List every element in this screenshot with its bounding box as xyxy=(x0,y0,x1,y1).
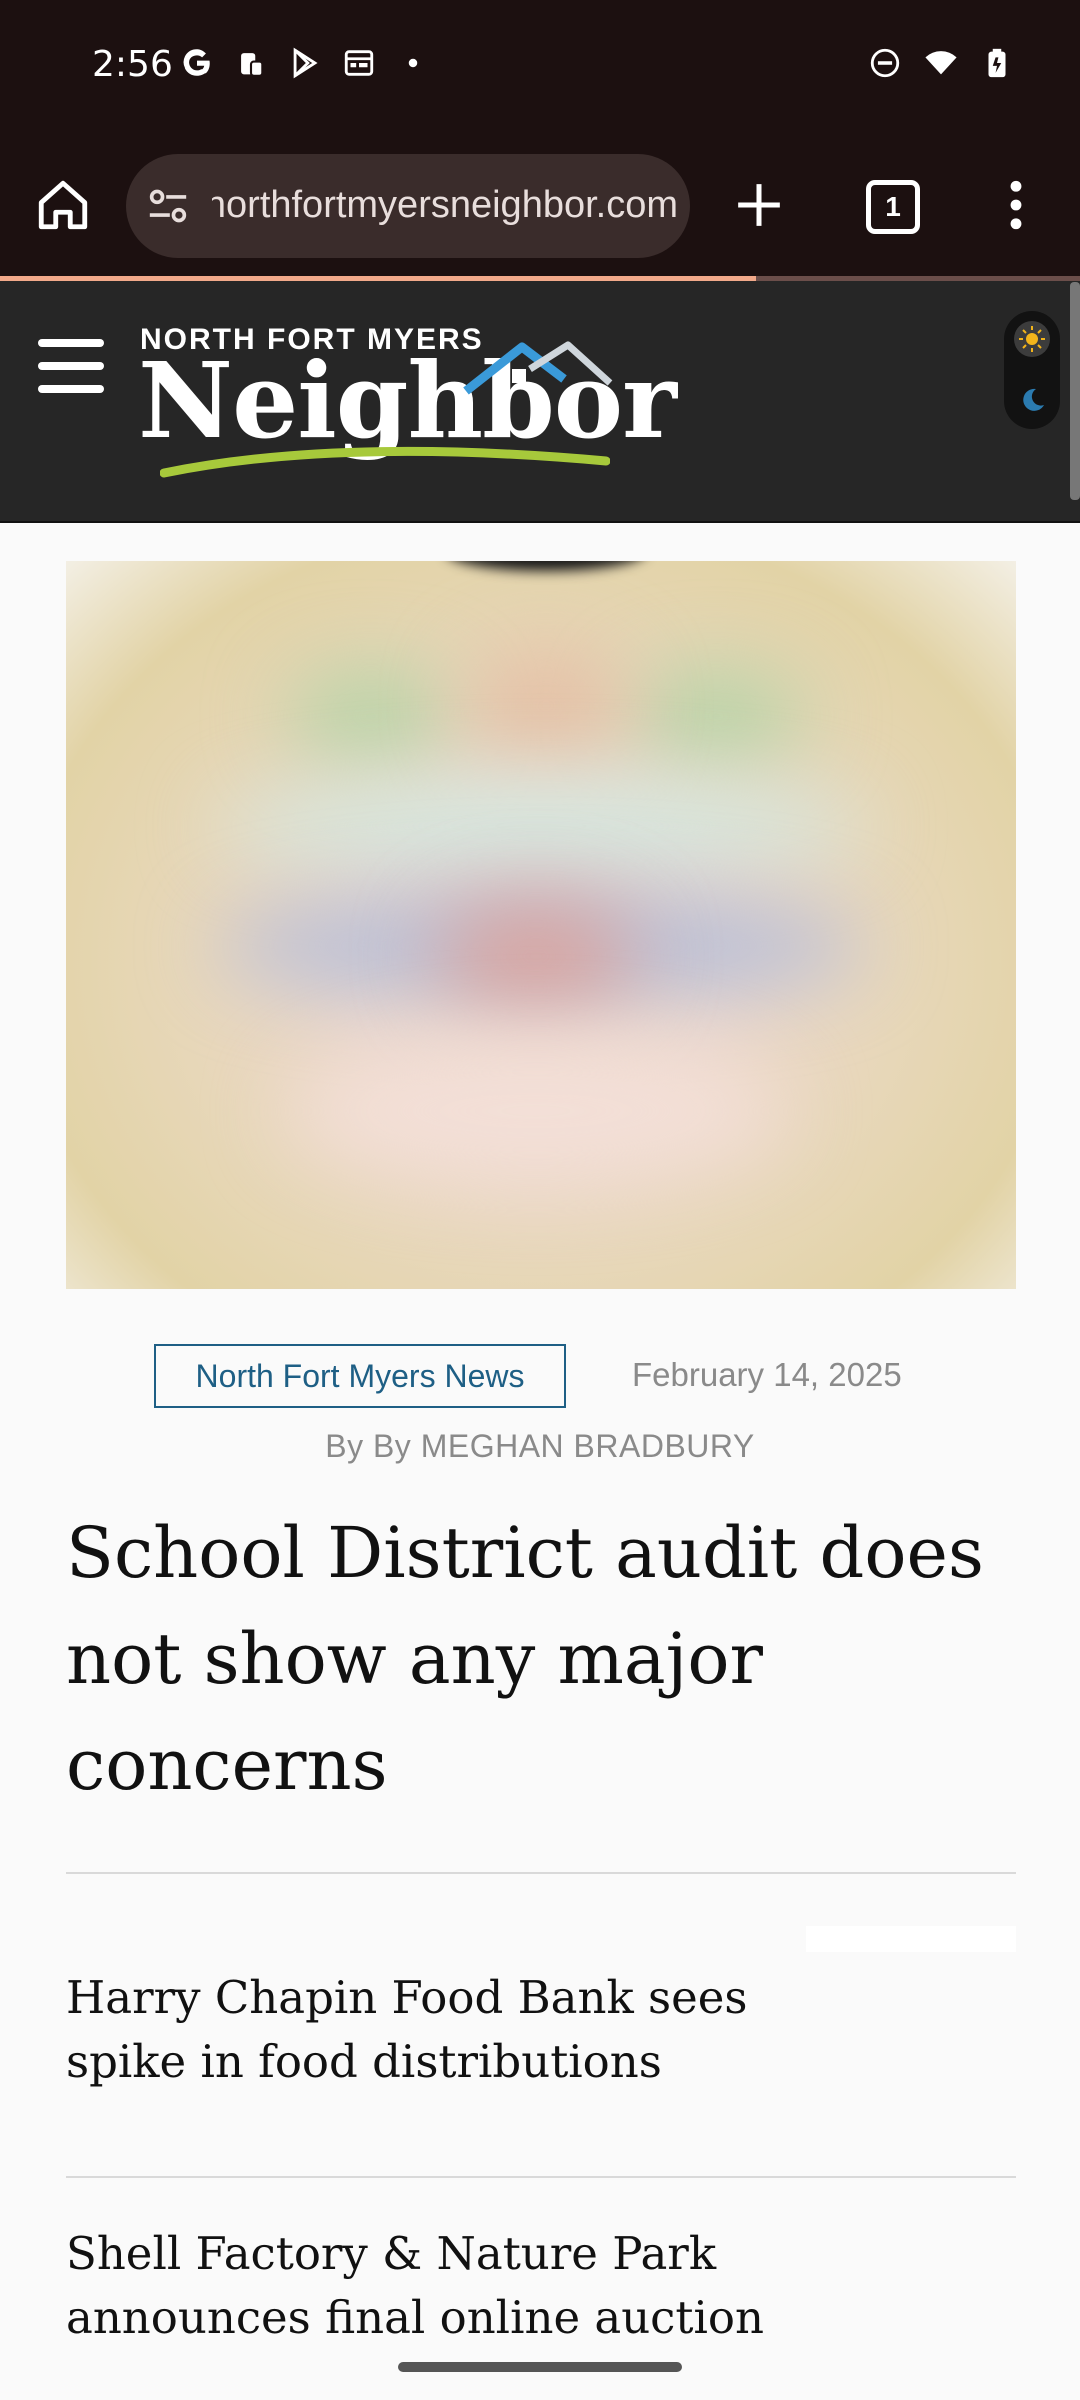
tab-switcher-button[interactable]: 1 xyxy=(866,180,920,234)
related-article-title-line: Shell Factory & Nature Park xyxy=(66,2227,717,2280)
status-left-icons xyxy=(180,46,430,80)
google-icon xyxy=(183,49,210,76)
category-tag[interactable]: North Fort Myers News xyxy=(154,1344,566,1408)
theme-toggle[interactable] xyxy=(1004,311,1060,429)
logo-swoosh-icon xyxy=(160,446,610,478)
publish-date: February 14, 2025 xyxy=(632,1356,902,1393)
browser-toolbar: northfortmyersneighbor.com 1 xyxy=(0,136,1080,278)
status-right-icons xyxy=(868,46,1014,80)
new-tab-icon[interactable] xyxy=(734,180,784,230)
related-article-title-line: spike in food distributions xyxy=(66,2035,662,2088)
hamburger-menu-icon[interactable] xyxy=(38,339,104,393)
divider xyxy=(66,2176,1016,2178)
more-menu-icon[interactable] xyxy=(1004,180,1028,230)
article-headline: School District audit does not show any … xyxy=(66,1500,1026,1818)
url-bar[interactable]: northfortmyersneighbor.com xyxy=(126,154,690,258)
related-article-link[interactable]: Harry Chapin Food Bank sees spike in foo… xyxy=(66,1966,786,2094)
headline-line: concerns xyxy=(66,1724,388,1806)
house-roof-icon xyxy=(463,341,613,395)
home-icon[interactable] xyxy=(34,176,92,234)
status-bar: 2:56 xyxy=(0,0,1080,136)
battery-icon xyxy=(988,48,1006,78)
status-time: 2:56 xyxy=(92,44,173,85)
related-article-title-line: announces final online auction xyxy=(66,2291,764,2344)
page-scrollbar[interactable] xyxy=(1070,282,1080,500)
site-header: NORTH FORT MYERS Neighbor xyxy=(0,281,1080,523)
calendar-icon xyxy=(344,50,374,76)
gesture-nav-handle[interactable] xyxy=(398,2362,682,2372)
url-value: northfortmyersneighbor.com xyxy=(212,184,678,226)
wifi-icon xyxy=(925,51,957,75)
divider xyxy=(66,1872,1016,1874)
moon-icon[interactable] xyxy=(1014,381,1050,417)
related-article-link[interactable]: Shell Factory & Nature Park announces fi… xyxy=(66,2222,786,2350)
sun-icon[interactable] xyxy=(1014,321,1050,357)
headline-line: not show any major xyxy=(66,1618,763,1700)
article-hero-image xyxy=(66,561,1016,1289)
work-profile-icon xyxy=(241,53,264,77)
article-byline[interactable]: By By MEGHAN BRADBURY xyxy=(0,1428,1080,1465)
url-text[interactable]: northfortmyersneighbor.com xyxy=(212,184,678,227)
do-not-disturb-icon xyxy=(870,48,900,78)
related-article-title-line: Harry Chapin Food Bank sees xyxy=(66,1971,748,2024)
site-settings-icon[interactable] xyxy=(146,186,190,226)
play-store-icon xyxy=(293,47,318,79)
dot-icon xyxy=(408,58,418,68)
related-article-thumbnail[interactable] xyxy=(806,1926,1016,1952)
headline-line: School District audit does xyxy=(66,1512,984,1594)
